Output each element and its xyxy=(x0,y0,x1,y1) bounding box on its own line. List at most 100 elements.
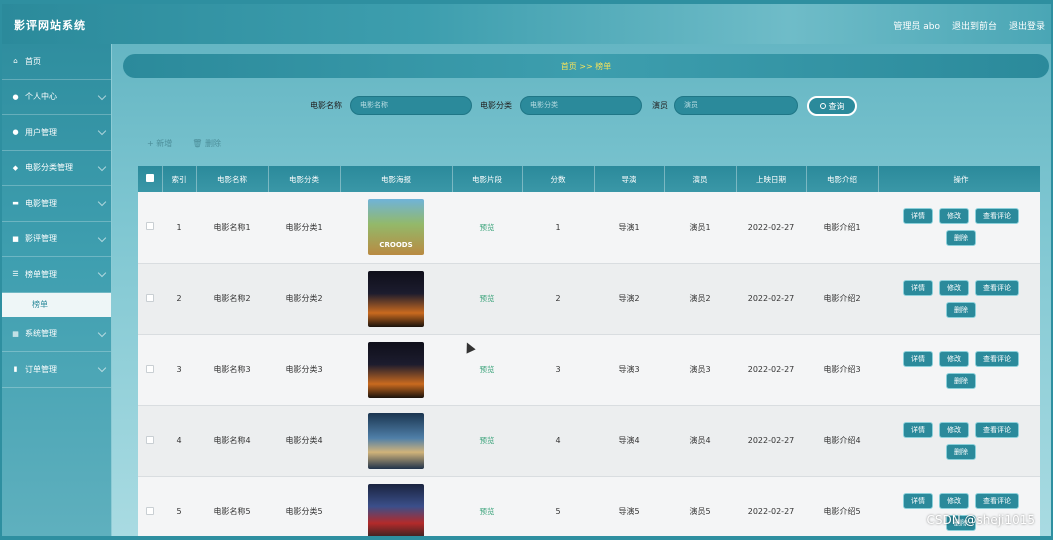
view-reviews-button[interactable]: 查看评论 xyxy=(975,492,1019,509)
detail-button[interactable]: 详情 xyxy=(903,350,933,367)
sidebar-item-movies[interactable]: ▬ 电影管理 xyxy=(2,186,111,222)
sidebar-item-reviews[interactable]: ■ 影评管理 xyxy=(2,222,111,257)
exit-to-front-link[interactable]: 退出到前台 xyxy=(952,19,997,32)
trailer-preview-link[interactable]: 预览 xyxy=(480,436,495,445)
select-all-checkbox[interactable] xyxy=(145,174,154,182)
row-select-cell[interactable] xyxy=(138,192,162,264)
trailer-cell: 预览 xyxy=(452,263,522,335)
user-icon: ● xyxy=(12,128,19,137)
actor-cell: 演员4 xyxy=(664,405,736,477)
release-date-cell: 2022-02-27 xyxy=(736,476,806,536)
top-bar: 影评网站系统 管理员 abo 退出到前台 退出登录 xyxy=(2,4,1051,44)
detail-button[interactable]: 详情 xyxy=(903,421,933,438)
sidebar-item-home[interactable]: ⌂ 首页 xyxy=(2,44,111,80)
actor-cell: 演员1 xyxy=(664,192,736,264)
movie-category-cell: 电影分类2 xyxy=(268,263,340,335)
index-cell: 2 xyxy=(162,263,196,335)
row-select-cell[interactable] xyxy=(138,334,162,406)
trailer-preview-link[interactable]: 预览 xyxy=(480,294,495,303)
detail-button[interactable]: 详情 xyxy=(903,279,933,296)
row-checkbox[interactable] xyxy=(146,364,154,373)
score-cell: 2 xyxy=(522,263,594,335)
delete-row-button[interactable]: 删除 xyxy=(946,301,976,318)
movie-category-cell: 电影分类4 xyxy=(268,405,340,477)
row-select-cell[interactable] xyxy=(138,476,162,536)
intro-cell: 电影介绍4 xyxy=(806,405,878,477)
operations-group: 详情 修改 查看评论删除 xyxy=(891,208,1031,247)
movie-category-cell: 电影分类3 xyxy=(268,334,340,406)
edit-button[interactable]: 修改 xyxy=(939,492,969,509)
movie-category-input[interactable]: 电影分类 xyxy=(520,96,642,115)
score-cell: 3 xyxy=(522,334,594,406)
sidebar-subitem-ranking-list[interactable]: 榜单 xyxy=(2,292,111,317)
poster-cell xyxy=(340,405,452,477)
chevron-down-icon xyxy=(97,162,107,171)
trailer-cell: 预览 xyxy=(452,192,522,264)
detail-button[interactable]: 详情 xyxy=(903,492,933,509)
chevron-down-icon xyxy=(97,328,107,337)
edit-button[interactable]: 修改 xyxy=(939,279,969,296)
operations-cell: 详情 修改 查看评论删除 xyxy=(878,263,1040,335)
movie-name-cell: 电影名称4 xyxy=(196,405,268,477)
movie-name-input[interactable]: 电影名称 xyxy=(350,96,472,115)
trailer-cell: 预览 xyxy=(452,476,522,536)
trailer-preview-link[interactable]: 预览 xyxy=(480,365,495,374)
sidebar-item-users[interactable]: ● 用户管理 xyxy=(2,115,111,151)
score-cell: 4 xyxy=(522,405,594,477)
chevron-down-icon xyxy=(97,126,107,136)
poster-title: CROODS xyxy=(379,241,413,250)
edit-button[interactable]: 修改 xyxy=(939,208,969,225)
sidebar-item-system[interactable]: ▦ 系统管理 xyxy=(2,317,111,352)
delete-button[interactable]: 🗑 删除 xyxy=(192,138,221,149)
sidebar-item-label: 电影管理 xyxy=(25,198,57,208)
view-reviews-button[interactable]: 查看评论 xyxy=(975,279,1019,296)
director-cell: 导演1 xyxy=(594,192,664,264)
trailer-preview-link[interactable]: 预览 xyxy=(480,507,495,516)
sidebar-item-movie-categories[interactable]: ◆ 电影分类管理 xyxy=(2,151,111,186)
column-header: 分数 xyxy=(522,166,595,192)
column-header: 演员 xyxy=(664,166,737,192)
row-checkbox[interactable] xyxy=(146,435,154,444)
home-icon: ⌂ xyxy=(13,57,18,66)
movie-name-label: 电影名称 xyxy=(310,101,342,110)
sidebar-item-orders[interactable]: ▮ 订单管理 xyxy=(2,352,111,388)
chevron-down-icon xyxy=(97,197,107,207)
delete-row-button[interactable]: 删除 xyxy=(946,443,976,460)
detail-button[interactable]: 详情 xyxy=(903,208,933,225)
list-icon: ☰ xyxy=(12,270,19,279)
row-select-cell[interactable] xyxy=(138,405,162,477)
sidebar-item-rankings[interactable]: ☰ 榜单管理 xyxy=(2,257,111,293)
edit-button[interactable]: 修改 xyxy=(939,421,969,438)
director-cell: 导演2 xyxy=(594,263,664,335)
movie-poster-image xyxy=(368,483,424,536)
delete-row-button[interactable]: 删除 xyxy=(946,372,976,389)
column-header: 上映日期 xyxy=(736,166,807,192)
table-row: 4 电影名称4 电影分类4 预览 4 导演4 演员4 2022-02-27 电影介绍4 详情 修改查… xyxy=(138,405,1040,477)
movie-name-cell: 电影名称3 xyxy=(196,334,268,406)
logout-link[interactable]: 退出登录 xyxy=(1009,19,1045,32)
select-all-cell[interactable] xyxy=(138,166,163,192)
row-select-cell[interactable] xyxy=(138,263,162,335)
movie-category-cell: 电影分类1 xyxy=(268,192,340,264)
breadcrumb: 首页 >> 榜单 xyxy=(123,54,1049,78)
view-reviews-button[interactable]: 查看评论 xyxy=(975,421,1019,438)
row-checkbox[interactable] xyxy=(146,506,154,515)
trailer-preview-link[interactable]: 预览 xyxy=(480,223,495,232)
delete-row-button[interactable]: 删除 xyxy=(946,230,976,247)
view-reviews-button[interactable]: 查看评论 xyxy=(975,208,1019,225)
column-header: 电影介绍 xyxy=(806,166,879,192)
search-bar: 电影名称 电影名称 电影分类 电影分类 演员 演员 查询 xyxy=(2,96,1051,116)
row-checkbox[interactable] xyxy=(146,293,154,302)
view-reviews-button[interactable]: 查看评论 xyxy=(975,350,1019,367)
operations-cell: 详情 修改 查看评论删除 xyxy=(878,405,1040,477)
operations-group: 详情 修改 查看评论删除 xyxy=(891,350,1031,389)
search-button[interactable]: 查询 xyxy=(807,96,857,116)
movie-poster-image: CROODS xyxy=(368,199,424,256)
row-checkbox[interactable] xyxy=(146,222,154,231)
column-header: 电影名称 xyxy=(196,166,269,192)
edit-button[interactable]: 修改 xyxy=(939,350,969,367)
actor-input[interactable]: 演员 xyxy=(674,96,798,115)
ranking-table: 索引 电影名称 电影分类 电影海报 电影片段 分数 导演 演员 上映日期 电影介… xyxy=(138,166,1040,536)
add-button[interactable]: + 新增 xyxy=(147,138,172,149)
column-header: 操作 xyxy=(878,166,1040,192)
